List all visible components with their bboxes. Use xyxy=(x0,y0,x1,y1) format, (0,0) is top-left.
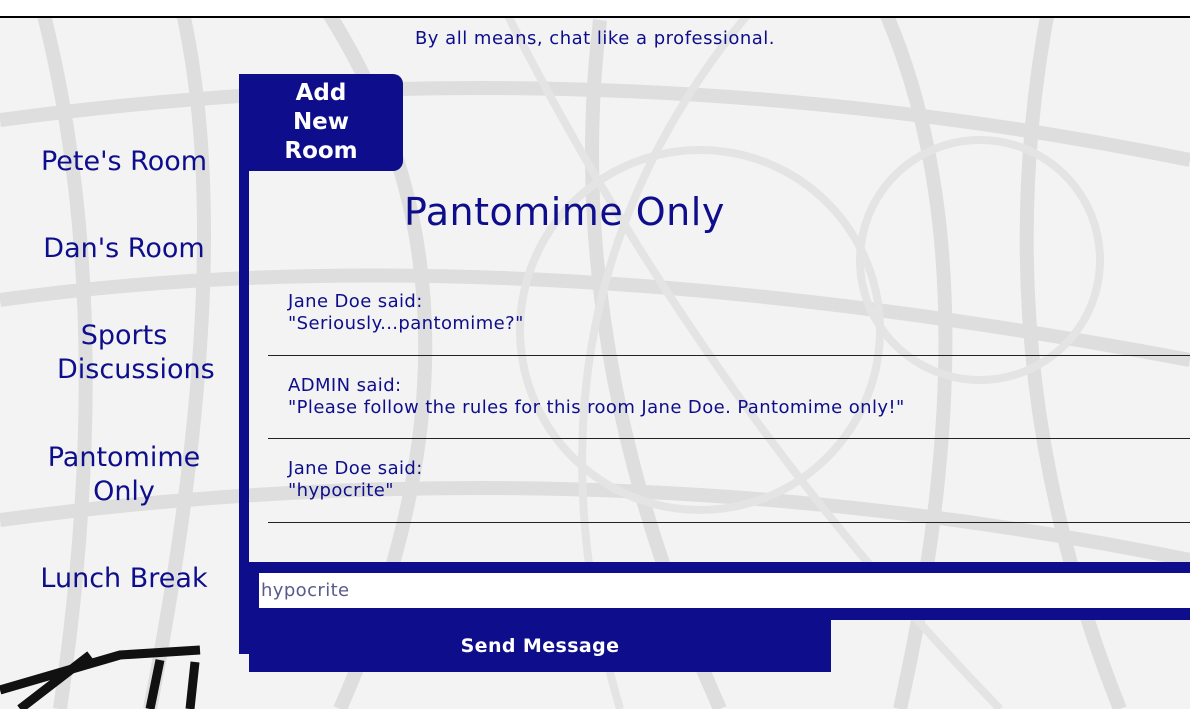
sidebar-room-dans-room[interactable]: Dan's Room xyxy=(0,232,248,266)
add-new-room-button[interactable]: Add New Room xyxy=(239,74,403,171)
room-list: Pete's Room Dan's Room Sports Discussion… xyxy=(0,120,248,654)
sidebar-room-petes-room[interactable]: Pete's Room xyxy=(0,145,248,179)
chat-message: Jane Doe said: "hypocrite" xyxy=(268,458,1190,523)
message-text: "Please follow the rules for this room J… xyxy=(288,397,905,418)
sidebar-room-lunch-break[interactable]: Lunch Break xyxy=(0,562,248,596)
chat-message: Jane Doe said: "Seriously...pantomime?" xyxy=(268,291,1190,356)
send-message-button[interactable]: Send Message xyxy=(249,620,831,672)
page-tagline: By all means, chat like a professional. xyxy=(414,28,776,49)
message-text: "hypocrite" xyxy=(288,480,394,501)
message-author: ADMIN said: xyxy=(288,375,402,396)
sidebar-room-sports-discussions[interactable]: Sports Discussions xyxy=(57,319,215,387)
message-input[interactable] xyxy=(259,573,1190,608)
add-new-room-label: Add New Room xyxy=(284,80,358,164)
sidebar-room-pantomime-only[interactable]: Pantomime Only xyxy=(44,441,204,509)
message-text: "Seriously...pantomime?" xyxy=(288,313,524,334)
message-author: Jane Doe said: xyxy=(288,291,423,312)
top-header-bar xyxy=(0,0,1190,18)
message-author: Jane Doe said: xyxy=(288,458,423,479)
room-title: Pantomime Only xyxy=(404,190,725,234)
chat-message: ADMIN said: "Please follow the rules for… xyxy=(268,375,1190,439)
chat-panel-border-bottom xyxy=(239,624,249,654)
